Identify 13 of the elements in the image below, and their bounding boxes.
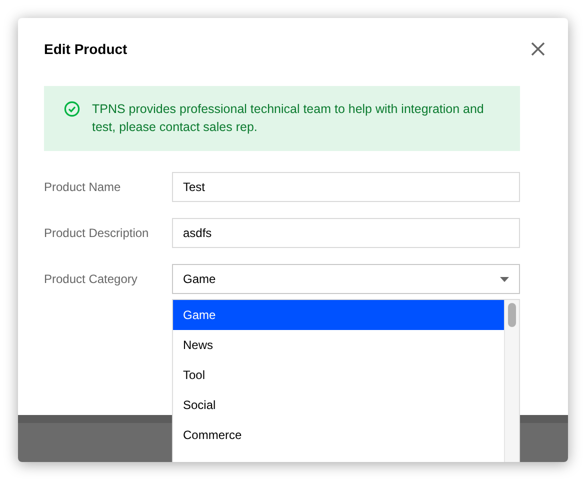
input-field[interactable]: asdfs xyxy=(172,218,520,248)
input-field[interactable]: Test xyxy=(172,172,520,202)
scrollbar[interactable] xyxy=(504,300,519,462)
field-label: Product Name xyxy=(44,180,122,194)
check-circle-icon xyxy=(64,101,80,117)
dialog-title: Edit Product xyxy=(44,41,128,57)
dropdown-option[interactable]: Game xyxy=(173,300,504,330)
banner-text: TPNS provides professional technical team to help with integration and test, please contact sales rep. xyxy=(92,101,485,136)
field-label: Product Description xyxy=(44,226,150,240)
caret-icon xyxy=(500,276,509,282)
field-label: Product Category xyxy=(44,272,138,286)
close-icon[interactable] xyxy=(530,41,546,57)
category-select[interactable]: Game xyxy=(172,264,520,294)
